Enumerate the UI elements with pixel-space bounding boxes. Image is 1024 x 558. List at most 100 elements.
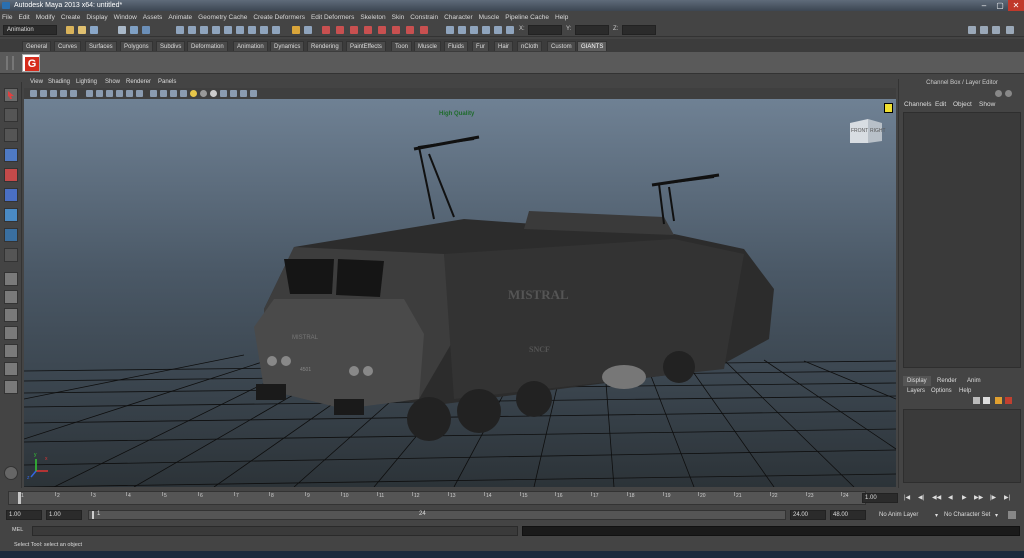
panel-menu-shading[interactable]: Shading <box>48 79 70 85</box>
camera-select-icon[interactable] <box>30 90 37 97</box>
shelf-tab-ncloth[interactable]: nCloth <box>517 41 543 51</box>
menu-geometry-cache[interactable]: Geometry Cache <box>198 14 247 21</box>
time-slider-track[interactable]: 1 2 3 4 5 6 7 8 9 10 11 12 13 14 15 16 17 18 19 20 21 22 23 24 <box>8 491 866 505</box>
play-forwards-button[interactable]: ▶ <box>962 494 967 501</box>
scale-tool-icon[interactable] <box>4 188 18 202</box>
render-globals-icon[interactable] <box>406 26 414 34</box>
layer-tab-render[interactable]: Render <box>933 376 961 386</box>
shelf-tab-rendering[interactable]: Rendering <box>307 41 343 51</box>
show-channel-box-icon[interactable] <box>992 26 1000 34</box>
image-plane-icon[interactable] <box>60 90 67 97</box>
shelf-tab-polygons[interactable]: Polygons <box>120 41 153 51</box>
xray-joints-icon[interactable] <box>240 90 247 97</box>
input-line-icon[interactable] <box>470 26 478 34</box>
construction-icon[interactable] <box>260 26 268 34</box>
layout-persp-outliner-icon[interactable] <box>4 326 18 340</box>
animation-start-field[interactable]: 1.00 <box>6 510 42 520</box>
command-input[interactable] <box>32 526 518 536</box>
snap-view-plane-icon[interactable] <box>224 26 232 34</box>
textured-icon[interactable] <box>180 90 187 97</box>
step-back-key-button[interactable]: ◀| <box>918 494 924 501</box>
render-settings-icon[interactable] <box>350 26 358 34</box>
render-current-frame-icon[interactable] <box>322 26 330 34</box>
coord-z-field[interactable] <box>622 25 656 35</box>
relative-transform-icon[interactable] <box>494 26 502 34</box>
shelf-tab-fur[interactable]: Fur <box>472 41 489 51</box>
layout-persp-graph-icon[interactable] <box>4 308 18 322</box>
current-time-marker[interactable] <box>18 492 21 504</box>
film-gate-icon[interactable] <box>86 90 93 97</box>
use-all-lights-icon[interactable] <box>190 90 197 97</box>
menu-window[interactable]: Window <box>114 14 137 21</box>
menu-create[interactable]: Create <box>61 14 81 21</box>
menu-pipeline-cache[interactable]: Pipeline Cache <box>505 14 549 21</box>
close-button[interactable]: ✕ <box>1008 0 1024 11</box>
panel-menu-renderer[interactable]: Renderer <box>126 79 151 85</box>
menu-animate[interactable]: Animate <box>168 14 192 21</box>
grid-toggle-icon[interactable] <box>70 90 77 97</box>
step-forward-key-button[interactable]: |▶ <box>990 494 996 501</box>
shelf-tab-muscle[interactable]: Muscle <box>414 41 442 51</box>
shelf-tab-subdivs[interactable]: Subdivs <box>156 41 186 51</box>
layout-hypershade-icon[interactable] <box>4 344 18 358</box>
panel-menu-view[interactable]: View <box>30 79 43 85</box>
layer-menu-help[interactable]: Help <box>959 388 971 394</box>
range-slider-bar[interactable]: 1 24 <box>88 510 786 520</box>
go-to-start-button[interactable]: |◀ <box>904 494 910 501</box>
paint-select-tool-icon[interactable] <box>4 128 18 142</box>
coord-y-field[interactable] <box>575 25 609 35</box>
layout-graph-editor-icon[interactable] <box>4 380 18 394</box>
shelf-tab-deformation[interactable]: Deformation <box>187 41 228 51</box>
select-marker-icon[interactable] <box>4 466 18 480</box>
snap-point-icon[interactable] <box>212 26 220 34</box>
go-to-end-button[interactable]: ▶| <box>1004 494 1010 501</box>
shelf-tab-curves[interactable]: Curves <box>54 41 82 51</box>
current-frame-field[interactable]: 1.00 <box>862 493 898 503</box>
menu-edit-deformers[interactable]: Edit Deformers <box>311 14 354 21</box>
lock-icon[interactable] <box>292 26 300 34</box>
giants-export-button[interactable]: G <box>22 54 40 72</box>
safe-title-icon[interactable] <box>136 90 143 97</box>
wireframe-on-shaded-icon[interactable] <box>170 90 177 97</box>
object-details-icon[interactable] <box>446 26 454 34</box>
command-language-label[interactable]: MEL <box>12 527 23 533</box>
menu-create-deformers[interactable]: Create Deformers <box>253 14 305 21</box>
coord-x-field[interactable] <box>528 25 562 35</box>
new-scene-icon[interactable] <box>66 26 74 34</box>
menu-constrain[interactable]: Constrain <box>410 14 438 21</box>
minimize-button[interactable]: – <box>976 0 992 11</box>
backface-culling-icon[interactable] <box>250 90 257 97</box>
shelf-tab-fluids[interactable]: Fluids <box>444 41 469 51</box>
menu-skin[interactable]: Skin <box>392 14 405 21</box>
absolute-transform-icon[interactable] <box>482 26 490 34</box>
universal-manipulator-icon[interactable] <box>4 208 18 222</box>
select-tool-icon[interactable] <box>4 88 18 102</box>
menu-modify[interactable]: Modify <box>36 14 55 21</box>
output-icon[interactable] <box>304 26 312 34</box>
history-icon[interactable] <box>248 26 256 34</box>
perspective-viewport[interactable]: High Quality MISTRAL SNCF MISTRAL 4501 F… <box>24 99 896 487</box>
field-chart-icon[interactable] <box>116 90 123 97</box>
layout-outliner-icon[interactable] <box>4 362 18 376</box>
play-backwards-button[interactable]: ◀ <box>948 494 953 501</box>
channel-box-toggle-icon[interactable] <box>884 103 893 113</box>
menu-display[interactable]: Display <box>86 14 107 21</box>
layer-tab-display[interactable]: Display <box>903 376 931 386</box>
transform-icon[interactable] <box>458 26 466 34</box>
shelf-tab-general[interactable]: General <box>22 41 52 51</box>
shelf-tab-hair[interactable]: Hair <box>494 41 514 51</box>
layout-single-pane-icon[interactable] <box>4 272 18 286</box>
layer-remove-icon[interactable] <box>1005 397 1012 404</box>
shelf-tab-surfaces[interactable]: Surfaces <box>85 41 117 51</box>
camera-attributes-icon[interactable] <box>40 90 47 97</box>
layer-editor-icon[interactable] <box>1005 90 1012 97</box>
channel-menu-channels[interactable]: Channels <box>904 101 931 108</box>
maximize-button[interactable]: ▢ <box>992 0 1008 11</box>
hypershade-icon[interactable] <box>364 26 372 34</box>
layer-menu-options[interactable]: Options <box>931 388 952 394</box>
channel-box-area[interactable] <box>903 112 1021 368</box>
menu-file[interactable]: File <box>2 14 12 21</box>
channel-box-icon[interactable] <box>995 90 1002 97</box>
character-set-selector[interactable]: No Character Set <box>944 512 990 518</box>
step-forward-frame-button[interactable]: ▶▶ <box>974 494 983 501</box>
